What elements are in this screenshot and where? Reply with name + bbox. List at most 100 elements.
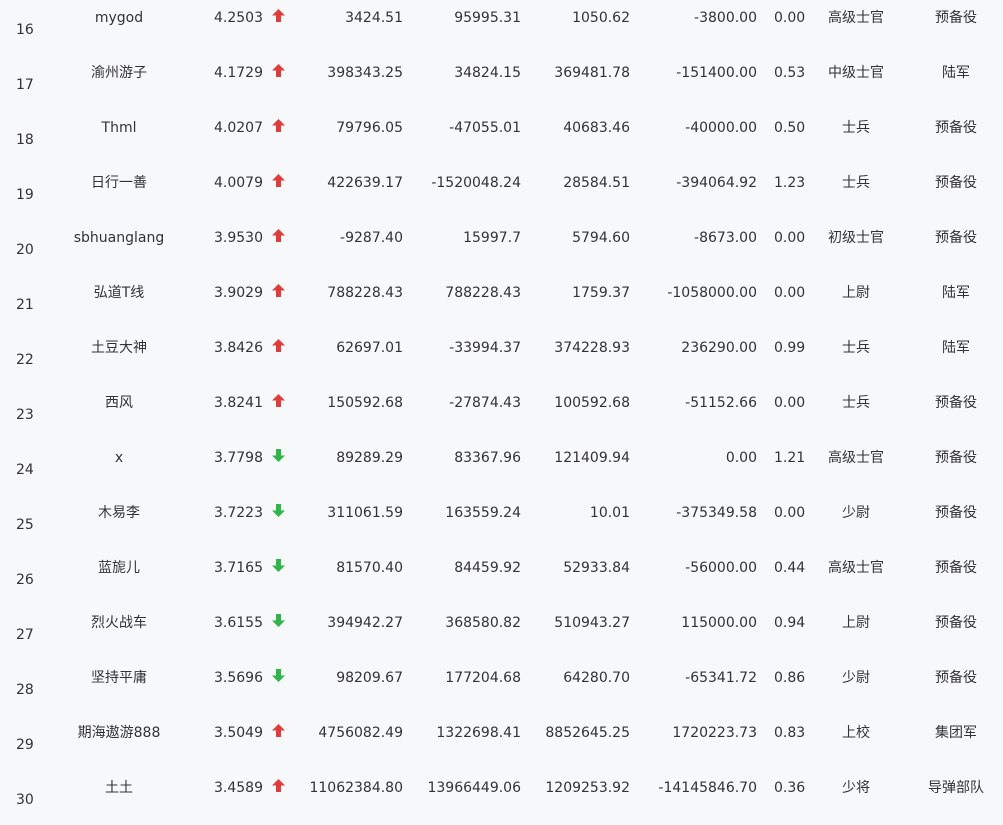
score-value: 3.6155 [214, 615, 263, 631]
value-col-3: 369481.78 [554, 65, 630, 81]
ratio-value: 1.21 [774, 450, 806, 466]
value-col-1: 62697.01 [336, 340, 403, 356]
value-col-2: -1520048.24 [431, 175, 521, 191]
value-col-4: -151400.00 [676, 65, 757, 81]
ratio-value: 1.23 [774, 175, 806, 191]
value-col-3: 100592.68 [554, 395, 630, 411]
value-col-2: 95995.31 [454, 10, 521, 26]
table-row: 29 期海遨游888 3.5049 4756082.49 1322698.41 88526… [0, 721, 1003, 776]
value-col-3: 374228.93 [554, 340, 630, 356]
branch-label: 陆军 [942, 285, 970, 301]
value-col-4: -1058000.00 [667, 285, 757, 301]
military-rank-label: 初级士官 [828, 230, 884, 246]
score-value: 3.8426 [214, 340, 263, 356]
military-rank-label: 士兵 [842, 175, 870, 191]
branch-label: 导弹部队 [928, 780, 984, 796]
value-col-4: -51152.66 [685, 395, 757, 411]
value-col-4: -394064.92 [676, 175, 757, 191]
value-col-4: 115000.00 [681, 615, 757, 631]
rank-number: 30 [16, 792, 34, 808]
military-rank-label: 中级士官 [828, 65, 884, 81]
value-col-1: 4756082.49 [318, 725, 403, 741]
ratio-value: 0.00 [774, 395, 806, 411]
rank-number: 20 [16, 242, 34, 258]
military-rank-label: 高级士官 [828, 560, 884, 576]
arrow-up-icon [272, 779, 285, 793]
military-rank-label: 士兵 [842, 120, 870, 136]
value-col-4: 0.00 [725, 450, 757, 466]
military-rank-label: 士兵 [842, 340, 870, 356]
ratio-value: 0.99 [774, 340, 806, 356]
arrow-up-icon [272, 64, 285, 78]
player-name: 土土 [105, 780, 133, 796]
score-value: 3.9029 [214, 285, 263, 301]
player-name: 烈火战车 [91, 615, 147, 631]
value-col-1: 79796.05 [336, 120, 403, 136]
table-row: 23 西风 3.8241 150592.68 -27874.43 100592.68 -51… [0, 391, 1003, 446]
branch-label: 预备役 [935, 10, 977, 26]
rank-number: 16 [16, 22, 34, 38]
branch-label: 预备役 [935, 120, 977, 136]
value-col-2: 1322698.41 [436, 725, 521, 741]
player-name: 蓝旎儿 [98, 560, 140, 576]
military-rank-label: 高级士官 [828, 10, 884, 26]
ratio-value: 0.00 [774, 505, 806, 521]
score-value: 3.8241 [214, 395, 263, 411]
value-col-3: 1209253.92 [545, 780, 630, 796]
score-value: 4.0079 [214, 175, 263, 191]
player-name: 木易李 [98, 505, 140, 521]
military-rank-label: 高级士官 [828, 450, 884, 466]
value-col-2: -47055.01 [449, 120, 521, 136]
score-value: 4.2503 [214, 10, 263, 26]
value-col-2: 15997.7 [463, 230, 521, 246]
rank-number: 17 [16, 77, 34, 93]
branch-label: 预备役 [935, 450, 977, 466]
value-col-1: 3424.51 [345, 10, 403, 26]
table-row: 22 土豆大神 3.8426 62697.01 -33994.37 374228.93 23… [0, 336, 1003, 391]
branch-label: 预备役 [935, 230, 977, 246]
arrow-down-icon [272, 614, 285, 628]
ratio-value: 0.00 [774, 230, 806, 246]
value-col-3: 5794.60 [572, 230, 630, 246]
value-col-3: 121409.94 [554, 450, 630, 466]
value-col-2: 34824.15 [454, 65, 521, 81]
score-value: 3.4589 [214, 780, 263, 796]
value-col-1: 398343.25 [327, 65, 403, 81]
ranking-table: 16 mygod 4.2503 3424.51 95995.31 1050.62 -3800… [0, 0, 1003, 825]
value-col-4: 1720223.73 [672, 725, 757, 741]
value-col-3: 52933.84 [563, 560, 630, 576]
value-col-1: 394942.27 [327, 615, 403, 631]
ratio-value: 0.53 [774, 65, 806, 81]
value-col-1: 81570.40 [336, 560, 403, 576]
rank-number: 25 [16, 517, 34, 533]
arrow-up-icon [272, 229, 285, 243]
player-name: 坚持平庸 [91, 670, 147, 686]
score-value: 3.5696 [214, 670, 263, 686]
arrow-up-icon [272, 174, 285, 188]
score-value: 3.7223 [214, 505, 263, 521]
player-name: Thml [101, 120, 137, 136]
value-col-2: 83367.96 [454, 450, 521, 466]
value-col-1: -9287.40 [340, 230, 403, 246]
rank-number: 19 [16, 187, 34, 203]
table-row: 30 土土 3.4589 11062384.80 13966449.06 1209253.… [0, 776, 1003, 825]
score-value: 3.5049 [214, 725, 263, 741]
branch-label: 陆军 [942, 65, 970, 81]
value-col-4: -3800.00 [694, 10, 757, 26]
branch-label: 预备役 [935, 505, 977, 521]
value-col-1: 89289.29 [336, 450, 403, 466]
arrow-down-icon [272, 449, 285, 463]
player-name: 期海遨游888 [77, 725, 161, 741]
branch-label: 预备役 [935, 615, 977, 631]
value-col-3: 10.01 [589, 505, 630, 521]
arrow-up-icon [272, 119, 285, 133]
arrow-up-icon [272, 9, 285, 23]
value-col-2: 84459.92 [454, 560, 521, 576]
score-value: 3.9530 [214, 230, 263, 246]
value-col-4: -56000.00 [685, 560, 757, 576]
rank-number: 21 [16, 297, 34, 313]
value-col-1: 788228.43 [327, 285, 403, 301]
player-name: 土豆大神 [91, 340, 147, 356]
arrow-up-icon [272, 724, 285, 738]
score-value: 4.0207 [214, 120, 263, 136]
